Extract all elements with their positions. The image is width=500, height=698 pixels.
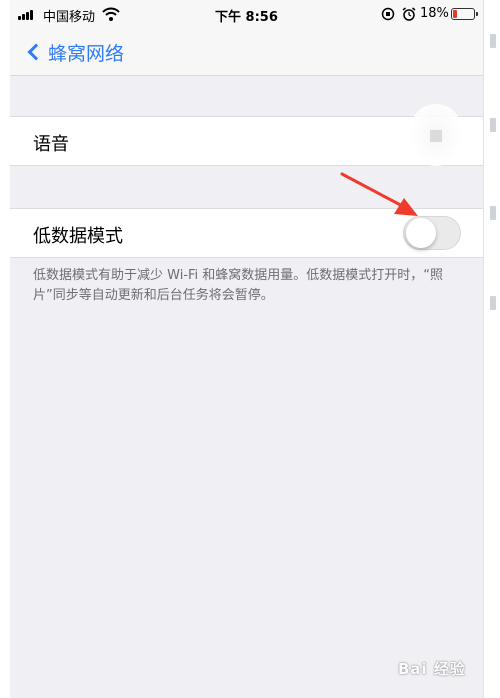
navigation-bar: 蜂窝网络: [10, 28, 483, 76]
back-label: 蜂窝网络: [48, 42, 125, 65]
battery-icon: [451, 8, 478, 20]
chevron-left-icon: [27, 43, 45, 61]
alarm-icon: [402, 7, 416, 21]
battery-percent: 18%: [420, 6, 449, 21]
low-data-mode-label: 低数据模式: [33, 226, 123, 247]
signal-icon: [18, 9, 38, 20]
status-bar: 中国移动 下午 8:56 18%: [10, 0, 483, 28]
right-edge-strip: [483, 0, 500, 698]
baidu-watermark: Bai 经验: [398, 648, 483, 688]
watermark-text: Bai 经验: [398, 660, 466, 678]
blurred-area: [410, 104, 462, 166]
low-data-mode-description: 低数据模式有助于减少 Wi-Fi 和蜂窝数据用量。低数据模式打开时，“照片”同步…: [33, 268, 444, 303]
rotation-lock-icon: [381, 7, 395, 21]
red-arrow-annotation: [340, 172, 418, 216]
back-button[interactable]: 蜂窝网络: [24, 38, 124, 66]
phone-screen: 中国移动 下午 8:56 18% 蜂窝网络 语音 低数据模式 低数据模式有助于减…: [10, 0, 483, 698]
status-time: 下午 8:56: [215, 10, 278, 25]
voice-label: 语音: [33, 134, 69, 155]
carrier-name: 中国移动: [43, 10, 96, 25]
wifi-icon: [102, 7, 120, 21]
